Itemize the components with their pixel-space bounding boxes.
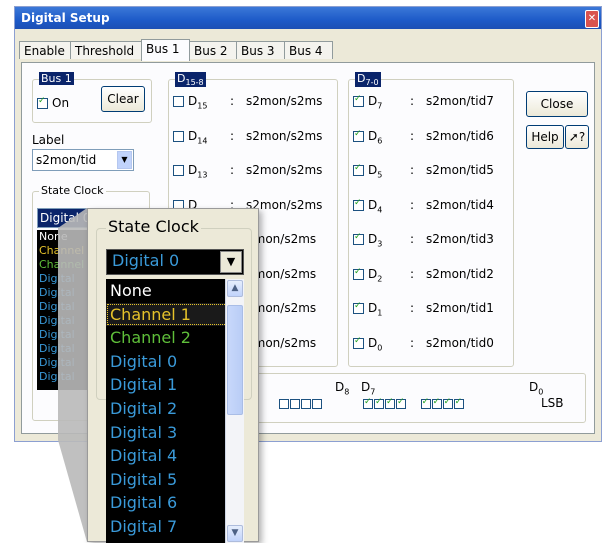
state-clock-value: Digital 0 xyxy=(112,251,180,270)
state-clock-magnified: State Clock Digital 0 ▼ None Channel 1 Cha… xyxy=(87,208,259,543)
state-clock-option[interactable]: Digital 4 xyxy=(106,444,244,468)
state-clock-option[interactable]: Digital 1 xyxy=(106,373,244,397)
state-clock-combo[interactable]: Digital 0 ▼ xyxy=(106,249,244,275)
state-clock-option[interactable]: Channel 1 xyxy=(106,302,244,327)
state-clock-option[interactable]: Digital 6 xyxy=(106,491,244,515)
list-scrollbar[interactable]: ▲ ▼ xyxy=(225,279,244,543)
scroll-thumb[interactable] xyxy=(227,305,243,415)
state-clock-list: None Channel 1 Channel 2 Digital 0 Digital 1… xyxy=(106,279,244,543)
state-clock-option[interactable]: Digital 3 xyxy=(106,421,244,445)
chevron-down-icon[interactable]: ▼ xyxy=(220,251,242,273)
state-clock-option[interactable]: None xyxy=(106,279,244,303)
state-clock-option[interactable]: Digital 0 xyxy=(106,350,244,374)
state-clock-title: State Clock xyxy=(106,217,201,236)
tab-bus-1[interactable]: Bus 1 xyxy=(141,39,190,61)
state-clock-option[interactable]: Digital 5 xyxy=(106,468,244,492)
scroll-up-icon[interactable]: ▲ xyxy=(227,280,243,297)
state-clock-option[interactable]: Digital 7 xyxy=(106,515,244,539)
state-clock-option[interactable]: Digital 2 xyxy=(106,397,244,421)
state-clock-option[interactable]: Channel 2 xyxy=(106,326,244,350)
scroll-down-icon[interactable]: ▼ xyxy=(227,525,243,542)
